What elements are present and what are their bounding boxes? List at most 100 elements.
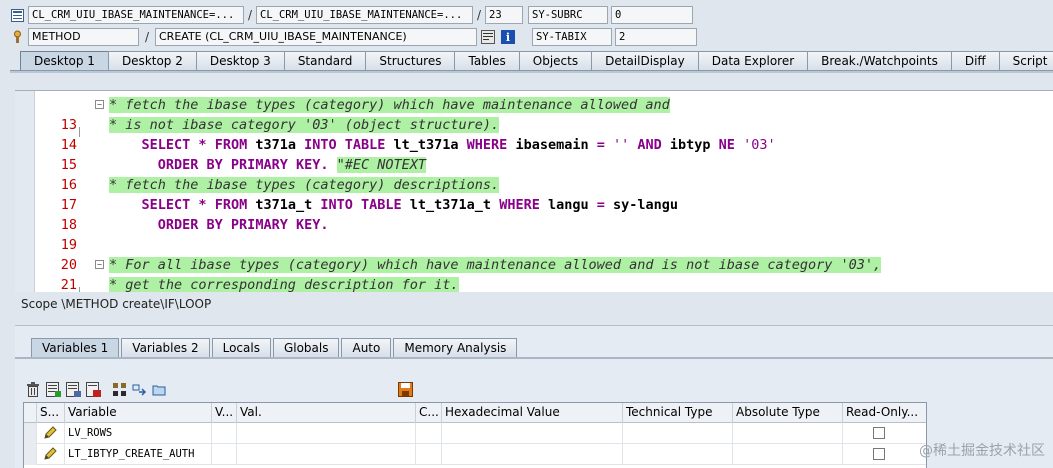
code-line: 22 * get the corresponding description f… — [35, 275, 1053, 292]
save-variables-icon[interactable] — [85, 381, 101, 397]
tab-divider — [15, 357, 1053, 359]
tab-desktop-2[interactable]: Desktop 2 — [107, 51, 197, 71]
header-row-2: METHOD / CREATE (CL_CRM_UIU_IBASE_MAINTE… — [0, 27, 697, 47]
navigate-icon[interactable] — [131, 381, 147, 397]
value-cell[interactable] — [237, 444, 416, 465]
header-c[interactable]: C... — [416, 403, 442, 423]
status-cell — [37, 423, 65, 444]
tab-data-explorer[interactable]: Data Explorer — [697, 51, 809, 71]
sysvar-value-field[interactable]: 2 — [615, 28, 697, 46]
sysvar-name-field[interactable]: SY-SUBRC — [528, 6, 608, 24]
header-status[interactable]: S... — [37, 403, 65, 423]
tab-standard[interactable]: Standard — [283, 51, 367, 71]
save-icon[interactable] — [397, 381, 413, 397]
technical-type-cell[interactable] — [623, 444, 733, 465]
tab-memory-analysis[interactable]: Memory Analysis — [393, 338, 518, 358]
tab-script[interactable]: Script — [998, 51, 1053, 71]
tab-locals[interactable]: Locals — [211, 338, 271, 358]
status-cell — [37, 444, 65, 465]
header-absolute-type[interactable]: Absolute Type — [733, 403, 843, 423]
tab-objects[interactable]: Objects — [518, 51, 593, 71]
variables-toolbar — [25, 380, 417, 398]
desktop-tabs: Desktop 1 Desktop 2 Desktop 3 Standard S… — [20, 51, 1053, 71]
sysvar-value-field[interactable]: 0 — [611, 6, 693, 24]
header-v[interactable]: V... — [212, 403, 237, 423]
table-row[interactable]: LV_ROWS — [24, 423, 926, 444]
grid-header: S... Variable V... Val. C... Hexadecimal… — [24, 403, 926, 423]
tab-auto[interactable]: Auto — [341, 338, 392, 358]
header-variable[interactable]: Variable — [65, 403, 212, 423]
variables-grid: S... Variable V... Val. C... Hexadecimal… — [23, 402, 927, 468]
tab-tables[interactable]: Tables — [454, 51, 520, 71]
breakpoint-gutter[interactable] — [15, 91, 35, 292]
source-code-editor[interactable]: 13 − * fetch the ibase types (category) … — [15, 90, 1053, 292]
read-only-checkbox[interactable] — [873, 427, 885, 439]
variable-name[interactable]: LT_IBTYP_CREATE_AUTH — [65, 444, 212, 465]
tab-variables-1[interactable]: Variables 1 — [31, 338, 120, 358]
include-field[interactable]: CL_CRM_UIU_IBASE_MAINTENANCE=... — [256, 6, 473, 24]
technical-type-cell[interactable] — [623, 423, 733, 444]
variable-name[interactable]: LV_ROWS — [65, 423, 212, 444]
absolute-type-cell[interactable] — [733, 444, 843, 465]
edit-pencil-icon[interactable] — [43, 426, 57, 444]
table-row[interactable]: LT_IBTYP_CREATE_AUTH — [24, 444, 926, 465]
row-selector-header[interactable] — [24, 403, 37, 423]
program-field[interactable]: CL_CRM_UIU_IBASE_MAINTENANCE=... — [28, 6, 244, 24]
variables-tabs: Variables 1 Variables 2 Locals Globals A… — [31, 338, 519, 358]
hex-value-cell[interactable] — [442, 444, 623, 465]
code-line: 13 − * fetch the ibase types (category) … — [35, 95, 1053, 133]
cell[interactable] — [212, 423, 237, 444]
separator: / — [144, 30, 150, 44]
separator: / — [247, 8, 253, 22]
cell[interactable] — [416, 444, 442, 465]
event-type-field[interactable]: METHOD — [28, 28, 139, 46]
tab-variables-2[interactable]: Variables 2 — [121, 338, 210, 358]
tab-desktop-3[interactable]: Desktop 3 — [195, 51, 285, 71]
header-hex-value[interactable]: Hexadecimal Value — [442, 403, 623, 423]
comment: * is not ibase category '03' (object str… — [109, 117, 500, 133]
sysvar-name-field[interactable]: SY-TABIX — [532, 28, 612, 46]
delete-icon[interactable] — [25, 381, 41, 397]
edit-pencil-icon[interactable] — [43, 447, 57, 465]
tab-globals[interactable]: Globals — [272, 338, 340, 358]
hierarchy-icon[interactable] — [111, 381, 127, 397]
line-number-field[interactable]: 23 — [485, 6, 523, 24]
tab-desktop-1[interactable]: Desktop 1 — [20, 51, 109, 71]
hex-value-cell[interactable] — [442, 423, 623, 444]
info-icon[interactable]: i — [500, 29, 516, 45]
code-line: 17 * fetch the ibase types (category) de… — [35, 175, 1053, 213]
header-read-only[interactable]: Read-Only... — [843, 403, 928, 423]
folder-icon[interactable] — [151, 381, 167, 397]
absolute-type-cell[interactable] — [733, 423, 843, 444]
code-line: 14 * is not ibase category '03' (object … — [35, 115, 1053, 153]
pragma: "#EC NOTEXT — [336, 157, 427, 173]
code-line: 21 − * For all ibase types (category) wh… — [35, 255, 1053, 292]
collapse-icon[interactable]: − — [95, 100, 104, 109]
tab-detail-display[interactable]: DetailDisplay — [591, 51, 699, 71]
code-line: 15 SELECT * FROM t371a INTO TABLE lt_t37… — [35, 135, 1053, 173]
event-field[interactable]: CREATE (CL_CRM_UIU_IBASE_MAINTENANCE) — [155, 28, 477, 46]
cell[interactable] — [416, 423, 442, 444]
read-only-checkbox[interactable] — [873, 448, 885, 460]
header-technical-type[interactable]: Technical Type — [623, 403, 733, 423]
tab-structures[interactable]: Structures — [365, 51, 456, 71]
comment: * For all ibase types (category) which h… — [109, 257, 882, 273]
tab-break-watchpoints[interactable]: Break./Watchpoints — [807, 51, 952, 71]
cell[interactable] — [212, 444, 237, 465]
code-line: 18 SELECT * FROM t371a_t INTO TABLE lt_t… — [35, 195, 1053, 233]
collapse-icon[interactable]: − — [95, 260, 104, 269]
header-value[interactable]: Val. — [237, 403, 416, 423]
value-cell[interactable] — [237, 423, 416, 444]
read-only-cell — [843, 444, 928, 465]
scope-label: Scope \METHOD create\IF\LOOP — [21, 297, 212, 311]
code-line: 20 — [35, 235, 1053, 273]
tab-diff[interactable]: Diff — [950, 51, 1000, 71]
insert-row-icon[interactable] — [45, 381, 61, 397]
tab-divider — [10, 70, 1053, 73]
row-selector[interactable] — [24, 423, 37, 444]
table-view-icon[interactable] — [65, 381, 81, 397]
header-row-1: CL_CRM_UIU_IBASE_MAINTENANCE=... / CL_CR… — [0, 5, 693, 25]
row-selector[interactable] — [24, 444, 37, 465]
code-icon[interactable] — [480, 29, 496, 45]
comment: * fetch the ibase types (category) descr… — [109, 177, 500, 193]
